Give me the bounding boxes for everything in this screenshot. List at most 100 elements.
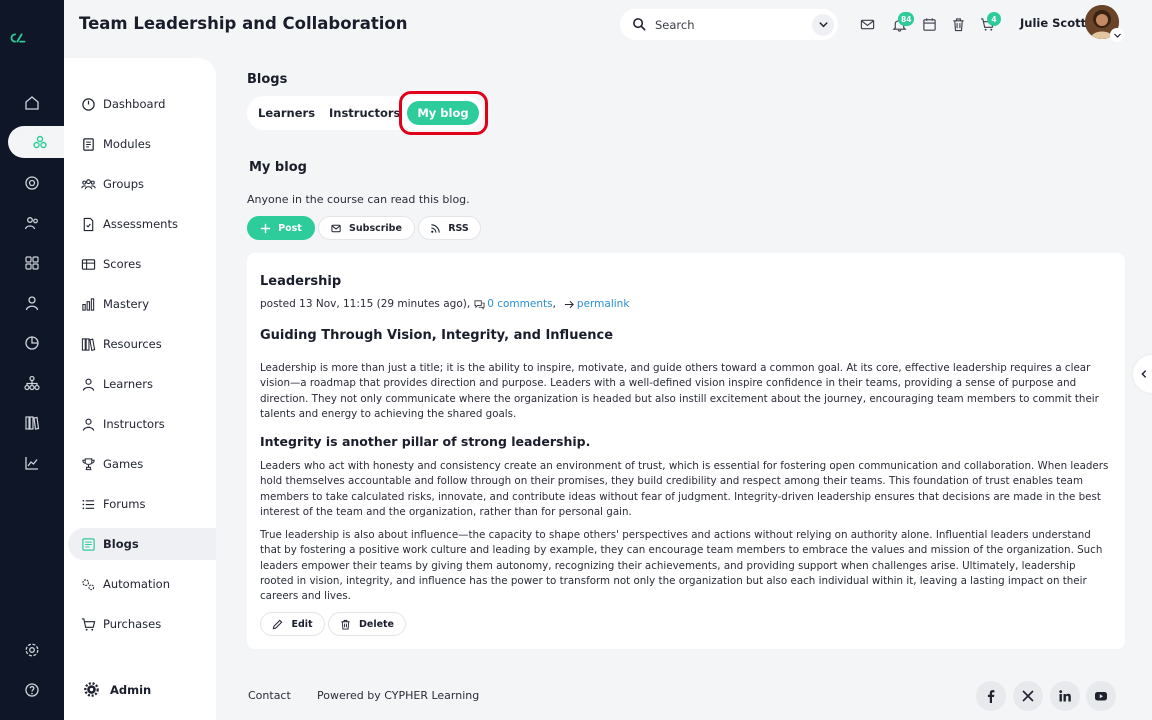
blog-title: My blog: [249, 160, 307, 175]
tab-instructors[interactable]: Instructors: [329, 96, 400, 130]
cart-badge: 4: [987, 12, 1001, 26]
sidebar-item-instructors[interactable]: Instructors: [68, 408, 216, 440]
tab-learners[interactable]: Learners: [258, 96, 315, 130]
sidebar-item-label: Purchases: [103, 617, 162, 631]
dashboard-icon: [80, 96, 96, 112]
cypher-logo[interactable]: [10, 30, 54, 62]
sidebar-item-label: Automation: [103, 577, 170, 591]
purchases-icon: [80, 616, 96, 632]
facebook-icon[interactable]: [976, 681, 1006, 711]
sidebar-item-modules[interactable]: Modules: [68, 128, 216, 160]
permalink-link[interactable]: permalink: [577, 298, 630, 310]
sidebar-item-label: Blogs: [103, 537, 139, 551]
admin-link[interactable]: Admin: [84, 682, 151, 697]
sidebar-item-groups[interactable]: Groups: [68, 168, 216, 200]
plus-icon: [261, 223, 271, 233]
sidebar-item-mastery[interactable]: Mastery: [68, 288, 216, 320]
rail-target-icon[interactable]: [0, 167, 64, 199]
search-box[interactable]: Search: [620, 9, 838, 40]
sidebar-item-label: Instructors: [103, 417, 165, 431]
sidebar-item-games[interactable]: Games: [68, 448, 216, 480]
search-icon: [633, 18, 646, 31]
gear-icon: [84, 682, 99, 697]
arrow-right-icon: [564, 300, 574, 308]
groups-icon: [80, 176, 96, 192]
sidebar-item-learners[interactable]: Learners: [68, 368, 216, 400]
mail-icon[interactable]: [859, 16, 875, 32]
comments-link[interactable]: 0 comments: [487, 298, 552, 310]
youtube-icon[interactable]: [1086, 681, 1116, 711]
rail-people-icon[interactable]: [0, 207, 64, 239]
search-input[interactable]: Search: [655, 18, 812, 32]
rss-icon: [431, 223, 440, 233]
page-title: Team Leadership and Collaboration: [79, 14, 408, 33]
mastery-icon: [80, 296, 96, 312]
sidebar-item-label: Forums: [103, 497, 146, 511]
sidebar-item-blogs[interactable]: Blogs: [68, 528, 216, 560]
admin-label: Admin: [110, 682, 152, 697]
forums-icon: [80, 496, 96, 512]
post-heading: Guiding Through Vision, Integrity, and I…: [260, 328, 614, 343]
sidebar-item-label: Mastery: [103, 297, 150, 311]
post-paragraph-3: True leadership is also about influence—…: [260, 529, 1103, 603]
chevron-left-icon: [1141, 370, 1147, 378]
rail-home-icon[interactable]: [0, 87, 64, 119]
sidebar-item-resources[interactable]: Resources: [68, 328, 216, 360]
post-title[interactable]: Leadership: [260, 274, 341, 289]
sidebar-item-automation[interactable]: Automation: [68, 568, 216, 600]
rail-courses-icon[interactable]: [8, 126, 72, 158]
meta-separator: ,: [552, 298, 556, 310]
sidebar-item-dashboard[interactable]: Dashboard: [68, 88, 216, 120]
trash-icon: [341, 619, 350, 630]
post-paragraph-2: Leaders who act with honesty and consist…: [260, 460, 1109, 518]
sidebar-item-label: Games: [103, 457, 144, 471]
rail-settings-icon[interactable]: [0, 634, 64, 666]
pencil-icon: [273, 619, 283, 629]
edit-button[interactable]: Edit: [260, 612, 325, 636]
panel-toggle[interactable]: [1133, 355, 1152, 393]
modules-icon: [80, 136, 96, 152]
user-name[interactable]: Julie Scott: [1020, 16, 1086, 30]
rail-reports-icon[interactable]: [0, 327, 64, 359]
rail-hierarchy-icon[interactable]: [0, 367, 64, 399]
blog-post-card: Leadership posted 13 Nov, 11:15 (29 minu…: [247, 253, 1125, 649]
rail-apps-icon[interactable]: [0, 247, 64, 279]
instructors-icon: [80, 416, 96, 432]
post-button[interactable]: Post: [247, 216, 315, 240]
comments-icon: [474, 299, 485, 310]
sidebar-item-assessments[interactable]: Assessments: [68, 208, 216, 240]
post-meta: posted 13 Nov, 11:15 (29 minutes ago), 0…: [260, 298, 629, 310]
section-title: Blogs: [247, 72, 288, 87]
sidebar-item-label: Learners: [103, 377, 153, 391]
sidebar-item-label: Groups: [103, 177, 145, 191]
scores-icon: [80, 256, 96, 272]
sidebar-item-forums[interactable]: Forums: [68, 488, 216, 520]
post-subheading: Integrity is another pillar of strong le…: [260, 434, 591, 449]
rail-user-icon[interactable]: [0, 287, 64, 319]
rss-button[interactable]: RSS: [418, 216, 481, 240]
sidebar-item-label: Assessments: [103, 217, 178, 231]
blog-description: Anyone in the course can read this blog.: [247, 193, 470, 206]
app-rail: [0, 0, 72, 720]
sidebar-item-label: Resources: [103, 337, 162, 351]
powered-by[interactable]: Powered by CYPHER Learning: [317, 689, 479, 702]
linkedin-icon[interactable]: [1050, 681, 1080, 711]
subscribe-icon: [331, 224, 341, 232]
delete-button[interactable]: Delete: [328, 612, 406, 636]
sidebar-item-label: Modules: [103, 137, 151, 151]
x-icon[interactable]: [1013, 681, 1043, 711]
subscribe-button[interactable]: Subscribe: [318, 216, 415, 240]
sidebar-item-scores[interactable]: Scores: [68, 248, 216, 280]
calendar-icon[interactable]: [921, 16, 937, 32]
rail-analytics-icon[interactable]: [0, 447, 64, 479]
rail-help-icon[interactable]: [0, 674, 64, 706]
highlight-box: [399, 91, 488, 135]
trash-icon[interactable]: [950, 16, 966, 32]
post-paragraph-1: Leadership is more than just a title; it…: [260, 362, 1099, 420]
chevron-down-icon[interactable]: [1110, 28, 1124, 42]
rail-library-icon[interactable]: [0, 407, 64, 439]
contact-link[interactable]: Contact: [248, 689, 291, 702]
games-icon: [80, 456, 96, 472]
sidebar-item-purchases[interactable]: Purchases: [68, 608, 216, 640]
chevron-down-icon[interactable]: [812, 13, 834, 36]
